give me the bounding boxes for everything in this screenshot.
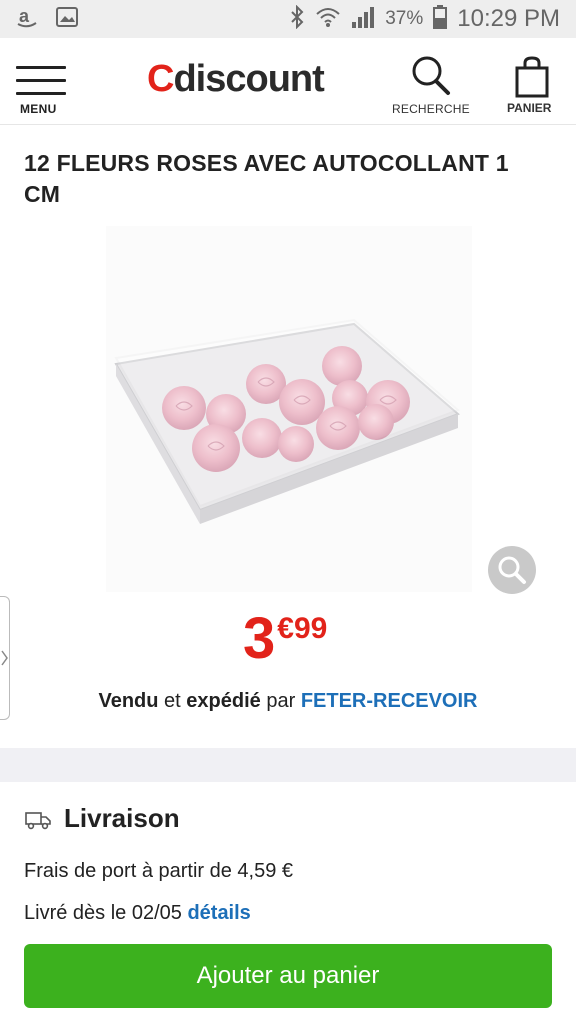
svg-text:a: a: [19, 6, 30, 26]
zoom-icon: [498, 556, 526, 584]
amazon-icon: a: [16, 6, 38, 33]
hamburger-bar: [16, 79, 66, 82]
logo-c: C: [147, 58, 174, 100]
product-title: 12 FLEURS ROSES AVEC AUTOCOLLANT 1 CM: [24, 150, 509, 207]
logo-text: discount: [173, 58, 324, 100]
product-image[interactable]: [106, 226, 472, 592]
cart-button[interactable]: [514, 56, 550, 98]
delivery-date: Livré dès le 02/05 détails: [24, 902, 251, 925]
cdiscount-logo[interactable]: Cdiscount: [147, 58, 325, 101]
clock: 10:29 PM: [457, 5, 560, 32]
image-icon: [56, 6, 78, 32]
menu-label[interactable]: MENU: [20, 102, 57, 116]
search-button[interactable]: [410, 56, 454, 96]
seller-line: Vendu et expédié par FETER-RECEVOIR: [0, 690, 576, 713]
seller-word-shipped: expédié: [186, 690, 261, 712]
shipping-cost: Frais de port à partir de 4,59 €: [24, 860, 294, 882]
bluetooth-icon: [289, 4, 305, 34]
price-cents: €99: [277, 612, 328, 645]
hamburger-bar: [16, 92, 66, 95]
signal-icon: [351, 6, 375, 33]
seller-text: et: [158, 690, 187, 712]
truck-icon: [25, 810, 51, 830]
hamburger-icon: [16, 66, 66, 69]
add-to-cart-button[interactable]: Ajouter au panier: [24, 944, 552, 1008]
header-divider: [0, 124, 576, 125]
product-price: 3 €99: [243, 608, 327, 670]
wifi-icon: [315, 6, 341, 33]
menu-button[interactable]: [16, 66, 66, 105]
shopping-bag-icon: [515, 56, 549, 98]
battery-percent: 37%: [385, 8, 424, 29]
details-link[interactable]: détails: [187, 902, 250, 924]
search-label[interactable]: RECHERCHE: [392, 102, 470, 116]
delivery-title: Livraison: [64, 803, 180, 833]
seller-text: par: [260, 690, 301, 712]
delivery-date-text: Livré dès le 02/05: [24, 902, 188, 924]
cart-label[interactable]: PANIER: [507, 101, 551, 115]
seller-link[interactable]: FETER-RECEVOIR: [301, 690, 478, 712]
status-bar: a 37% 10:29 PM: [0, 0, 576, 38]
zoom-button[interactable]: [488, 546, 536, 594]
battery-icon: [433, 4, 448, 34]
price-integer: 3: [243, 606, 276, 671]
app-header: MENU Cdiscount RECHERCHE PANIER: [0, 38, 576, 124]
section-separator: [0, 748, 576, 782]
seller-word-sold: Vendu: [98, 690, 159, 712]
search-icon: [412, 56, 450, 95]
